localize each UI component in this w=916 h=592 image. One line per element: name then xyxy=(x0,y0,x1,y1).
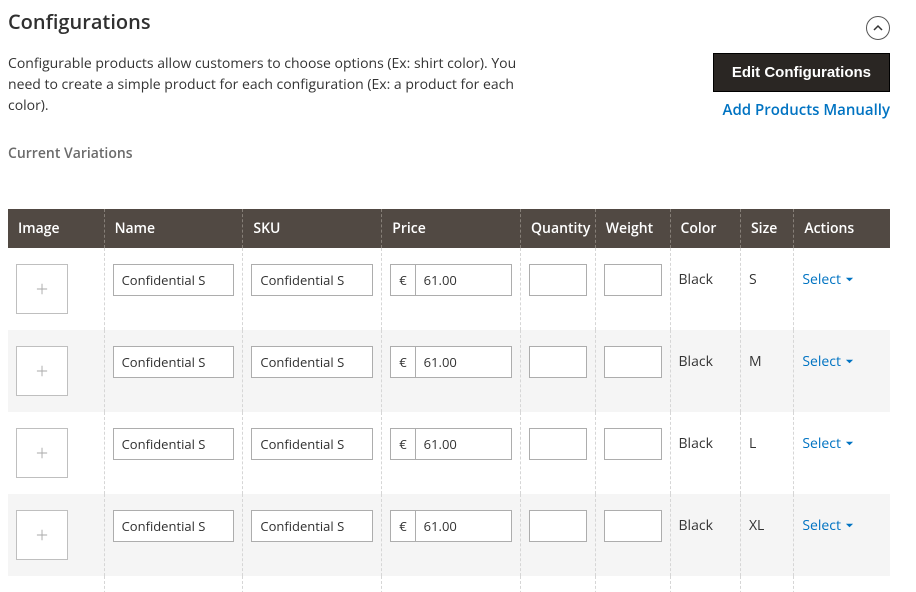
col-header-quantity[interactable]: Quantity xyxy=(521,209,596,248)
price-input[interactable] xyxy=(415,510,512,542)
caret-down-icon xyxy=(845,357,854,366)
col-header-sku[interactable]: SKU xyxy=(243,209,382,248)
color-value: Black xyxy=(679,428,732,453)
currency-symbol: € xyxy=(390,264,414,296)
name-input[interactable] xyxy=(113,428,235,460)
chevron-up-icon xyxy=(873,23,883,33)
weight-input[interactable] xyxy=(604,428,662,460)
main-scroll[interactable]: Configurations Configurable products all… xyxy=(0,0,898,592)
color-value: Black xyxy=(679,346,732,371)
currency-symbol: € xyxy=(390,428,414,460)
currency-symbol: € xyxy=(390,510,414,542)
name-input[interactable] xyxy=(113,264,235,296)
image-upload-button[interactable]: + xyxy=(16,264,68,314)
row-actions-select[interactable]: Select xyxy=(802,428,854,453)
add-products-manually-link[interactable]: Add Products Manually xyxy=(723,100,890,120)
col-header-name[interactable]: Name xyxy=(104,209,243,248)
select-label: Select xyxy=(802,434,841,453)
weight-input[interactable] xyxy=(604,264,662,296)
caret-down-icon xyxy=(845,521,854,530)
col-header-image[interactable]: Image xyxy=(8,209,104,248)
col-header-color[interactable]: Color xyxy=(670,209,740,248)
image-upload-button[interactable]: + xyxy=(16,346,68,396)
col-header-size[interactable]: Size xyxy=(740,209,793,248)
price-input[interactable] xyxy=(415,264,512,296)
color-value: Black xyxy=(679,510,732,535)
table-row: +€GraySSelect xyxy=(8,576,890,592)
quantity-input[interactable] xyxy=(529,346,587,378)
name-input[interactable] xyxy=(113,346,235,378)
price-input[interactable] xyxy=(415,428,512,460)
caret-down-icon xyxy=(845,275,854,284)
intro-text: Configurable products allow customers to… xyxy=(8,53,528,116)
caret-down-icon xyxy=(845,439,854,448)
image-upload-button[interactable]: + xyxy=(16,510,68,560)
collapse-section-button[interactable] xyxy=(866,16,890,40)
sku-input[interactable] xyxy=(251,264,373,296)
select-label: Select xyxy=(802,270,841,289)
sku-input[interactable] xyxy=(251,428,373,460)
name-input[interactable] xyxy=(113,510,235,542)
variations-table: Image Name SKU Price Quantity Weight Col… xyxy=(8,209,890,592)
row-actions-select[interactable]: Select xyxy=(802,264,854,289)
page-title: Configurations xyxy=(8,8,151,35)
sku-input[interactable] xyxy=(251,346,373,378)
plus-icon: + xyxy=(36,438,49,468)
color-value: Black xyxy=(679,264,732,289)
size-value: XL xyxy=(749,510,785,535)
select-label: Select xyxy=(802,516,841,535)
quantity-input[interactable] xyxy=(529,264,587,296)
quantity-input[interactable] xyxy=(529,428,587,460)
currency-symbol: € xyxy=(390,346,414,378)
table-row: + € Black M Select xyxy=(8,330,890,412)
row-actions-select[interactable]: Select xyxy=(802,346,854,371)
plus-icon: + xyxy=(36,520,49,550)
table-row: + € Black L Select xyxy=(8,412,890,494)
row-actions-select[interactable]: Select xyxy=(802,510,854,535)
size-value: L xyxy=(749,428,785,453)
weight-input[interactable] xyxy=(604,346,662,378)
size-value: M xyxy=(749,346,785,371)
price-input[interactable] xyxy=(415,346,512,378)
weight-input[interactable] xyxy=(604,510,662,542)
plus-icon: + xyxy=(36,356,49,386)
quantity-input[interactable] xyxy=(529,510,587,542)
edit-configurations-button[interactable]: Edit Configurations xyxy=(713,53,890,92)
image-upload-button[interactable]: + xyxy=(16,428,68,478)
col-header-actions[interactable]: Actions xyxy=(794,209,890,248)
sku-input[interactable] xyxy=(251,510,373,542)
size-value: S xyxy=(749,264,785,289)
table-row: + € Black S Select xyxy=(8,248,890,330)
current-variations-label: Current Variations xyxy=(8,144,890,163)
select-label: Select xyxy=(802,352,841,371)
col-header-weight[interactable]: Weight xyxy=(595,209,670,248)
table-row: + € Black XL Select xyxy=(8,494,890,576)
plus-icon: + xyxy=(36,274,49,304)
col-header-price[interactable]: Price xyxy=(382,209,521,248)
